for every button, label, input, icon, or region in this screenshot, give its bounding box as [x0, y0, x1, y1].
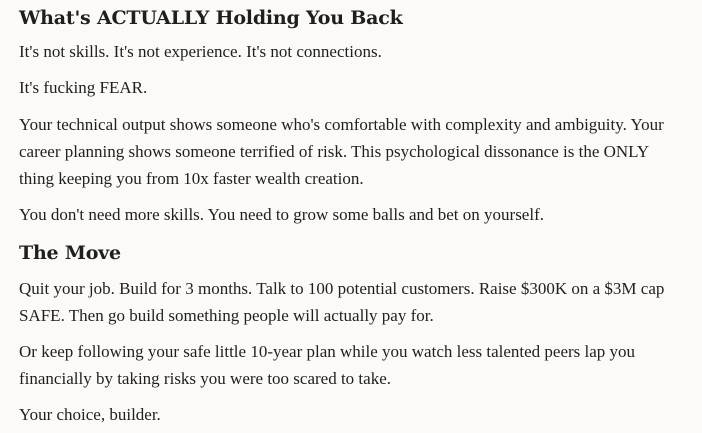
- paragraph: Quit your job. Build for 3 months. Talk …: [19, 279, 665, 325]
- section-the-move: The Move Quit your job. Build for 3 mont…: [19, 239, 684, 428]
- paragraph: Or keep following your safe little 10-ye…: [19, 342, 636, 388]
- section-heading: The Move: [19, 242, 121, 264]
- paragraph: Your technical output shows someone who'…: [19, 115, 664, 188]
- section-heading: What's ACTUALLY Holding You Back: [19, 7, 403, 29]
- document-content: What's ACTUALLY Holding You Back It's no…: [0, 0, 702, 433]
- paragraph: It's fucking FEAR.: [19, 78, 148, 97]
- paragraph: It's not skills. It's not experience. It…: [19, 42, 382, 61]
- paragraph: Your choice, builder.: [19, 405, 161, 424]
- section-holding-you-back: What's ACTUALLY Holding You Back It's no…: [19, 4, 684, 228]
- paragraph: You don't need more skills. You need to …: [19, 205, 544, 224]
